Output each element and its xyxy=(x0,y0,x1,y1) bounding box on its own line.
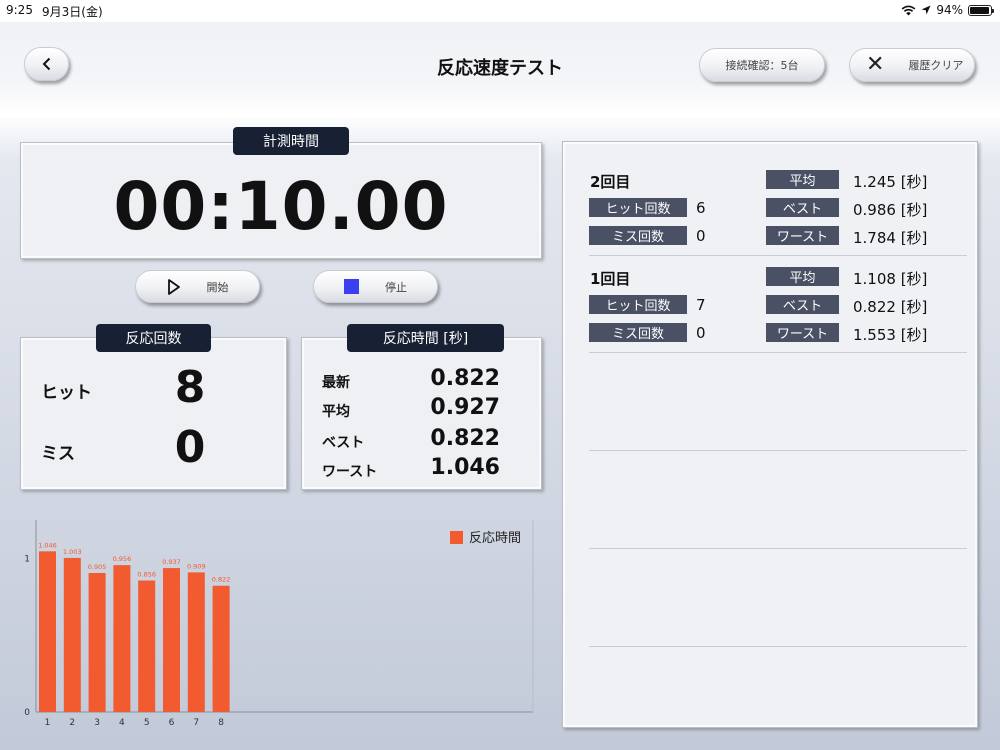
reaction-count-panel xyxy=(20,337,287,490)
miss-value: 0 xyxy=(174,422,206,473)
history-avg-label: 平均 xyxy=(766,267,839,286)
reaction-time-label: 反応時間 [秒] xyxy=(347,324,504,352)
clear-history-label: 履歴クリア xyxy=(908,59,964,72)
bar xyxy=(187,572,205,712)
bar xyxy=(39,551,56,712)
history-hit-label: ヒット回数 xyxy=(589,198,687,217)
y-tick-label: 1 xyxy=(24,554,30,564)
stop-button[interactable]: 停止 xyxy=(313,270,438,303)
reaction-time-chart: 0 1 1.046 1 1.003 2 0.905 3 0.956 4 0.856 5 0.937 6 0.… xyxy=(24,520,534,728)
hit-value: 8 xyxy=(174,362,206,413)
play-icon xyxy=(167,278,181,296)
history-divider xyxy=(589,255,967,256)
history-best-value: 0.986 [秒] xyxy=(853,201,928,219)
status-right: 94% xyxy=(901,3,994,17)
connection-check-button[interactable]: 接続確認：5台 xyxy=(699,48,825,82)
bar xyxy=(138,580,156,712)
history-worst-label: ワースト xyxy=(766,226,839,245)
reaction-count-label: 反応回数 xyxy=(96,324,211,352)
timer-label: 計測時間 xyxy=(233,127,349,155)
average-label: 平均 xyxy=(322,404,350,420)
battery-percent: 94% xyxy=(936,3,963,17)
x-tick-label: 8 xyxy=(218,718,224,728)
history-avg-label: 平均 xyxy=(766,170,839,189)
data-label: 0.909 xyxy=(187,562,206,570)
x-tick-label: 4 xyxy=(119,718,125,728)
worst-label: ワースト xyxy=(322,464,378,480)
history-hit-value: 7 xyxy=(696,296,706,314)
clear-history-button[interactable]: ✕ 履歴クリア xyxy=(849,48,975,82)
bar xyxy=(113,565,131,712)
history-avg-value: 1.108 [秒] xyxy=(853,270,928,288)
location-icon xyxy=(921,5,931,15)
legend-swatch xyxy=(450,531,463,544)
x-tick-label: 2 xyxy=(69,718,75,728)
bar xyxy=(88,572,106,712)
best-value: 0.822 xyxy=(430,426,500,451)
history-worst-label: ワースト xyxy=(766,323,839,342)
latest-value: 0.822 xyxy=(430,366,500,391)
status-bar: 9:25 9月3日(金) 94% xyxy=(0,0,1000,22)
stop-icon xyxy=(344,279,359,294)
history-hit-label: ヒット回数 xyxy=(589,295,687,314)
status-date: 9月3日(金) xyxy=(42,5,103,19)
history-worst-value: 1.784 [秒] xyxy=(853,229,928,247)
history-miss-value: 0 xyxy=(696,324,706,342)
start-button[interactable]: 開始 xyxy=(135,270,260,303)
data-label: 0.905 xyxy=(88,563,107,571)
data-label: 0.822 xyxy=(212,576,231,584)
miss-label: ミス xyxy=(41,444,75,464)
data-label: 1.046 xyxy=(38,541,57,549)
history-hit-value: 6 xyxy=(696,199,706,217)
data-label: 0.937 xyxy=(162,558,181,566)
x-tick-label: 5 xyxy=(144,718,150,728)
status-time: 9:25 xyxy=(6,3,33,17)
stop-label: 停止 xyxy=(385,280,407,294)
history-round-title: 1回目 xyxy=(590,270,631,288)
legend-label: 反応時間 xyxy=(469,531,521,546)
latest-label: 最新 xyxy=(322,375,350,391)
close-icon: ✕ xyxy=(866,52,885,77)
history-best-value: 0.822 [秒] xyxy=(853,298,928,316)
data-label: 1.003 xyxy=(63,548,82,556)
history-divider xyxy=(589,548,967,549)
bar xyxy=(163,568,180,712)
history-divider xyxy=(589,450,967,451)
history-miss-label: ミス回数 xyxy=(589,323,687,342)
data-label: 0.856 xyxy=(137,571,156,579)
history-miss-label: ミス回数 xyxy=(589,226,687,245)
history-divider xyxy=(589,352,967,353)
x-tick-label: 6 xyxy=(169,718,175,728)
history-divider xyxy=(589,646,967,647)
bar xyxy=(63,557,81,712)
best-label: ベスト xyxy=(322,435,365,451)
history-best-label: ベスト xyxy=(766,198,839,217)
x-tick-label: 1 xyxy=(45,718,51,728)
start-label: 開始 xyxy=(206,280,229,294)
wifi-icon xyxy=(901,5,916,15)
data-label: 0.956 xyxy=(113,555,132,563)
y-tick-label: 0 xyxy=(24,708,30,718)
worst-value: 1.046 xyxy=(430,455,500,480)
average-value: 0.927 xyxy=(430,395,500,420)
history-miss-value: 0 xyxy=(696,227,706,245)
history-round-title: 2回目 xyxy=(590,173,631,191)
hit-label: ヒット xyxy=(41,383,92,403)
timer-value: 00:10.00 xyxy=(113,168,449,245)
history-best-label: ベスト xyxy=(766,295,839,314)
x-tick-label: 3 xyxy=(94,718,100,728)
bar xyxy=(212,585,230,712)
history-avg-value: 1.245 [秒] xyxy=(853,173,928,191)
battery-icon xyxy=(968,4,994,16)
x-tick-label: 7 xyxy=(193,718,199,728)
history-worst-value: 1.553 [秒] xyxy=(853,326,928,344)
